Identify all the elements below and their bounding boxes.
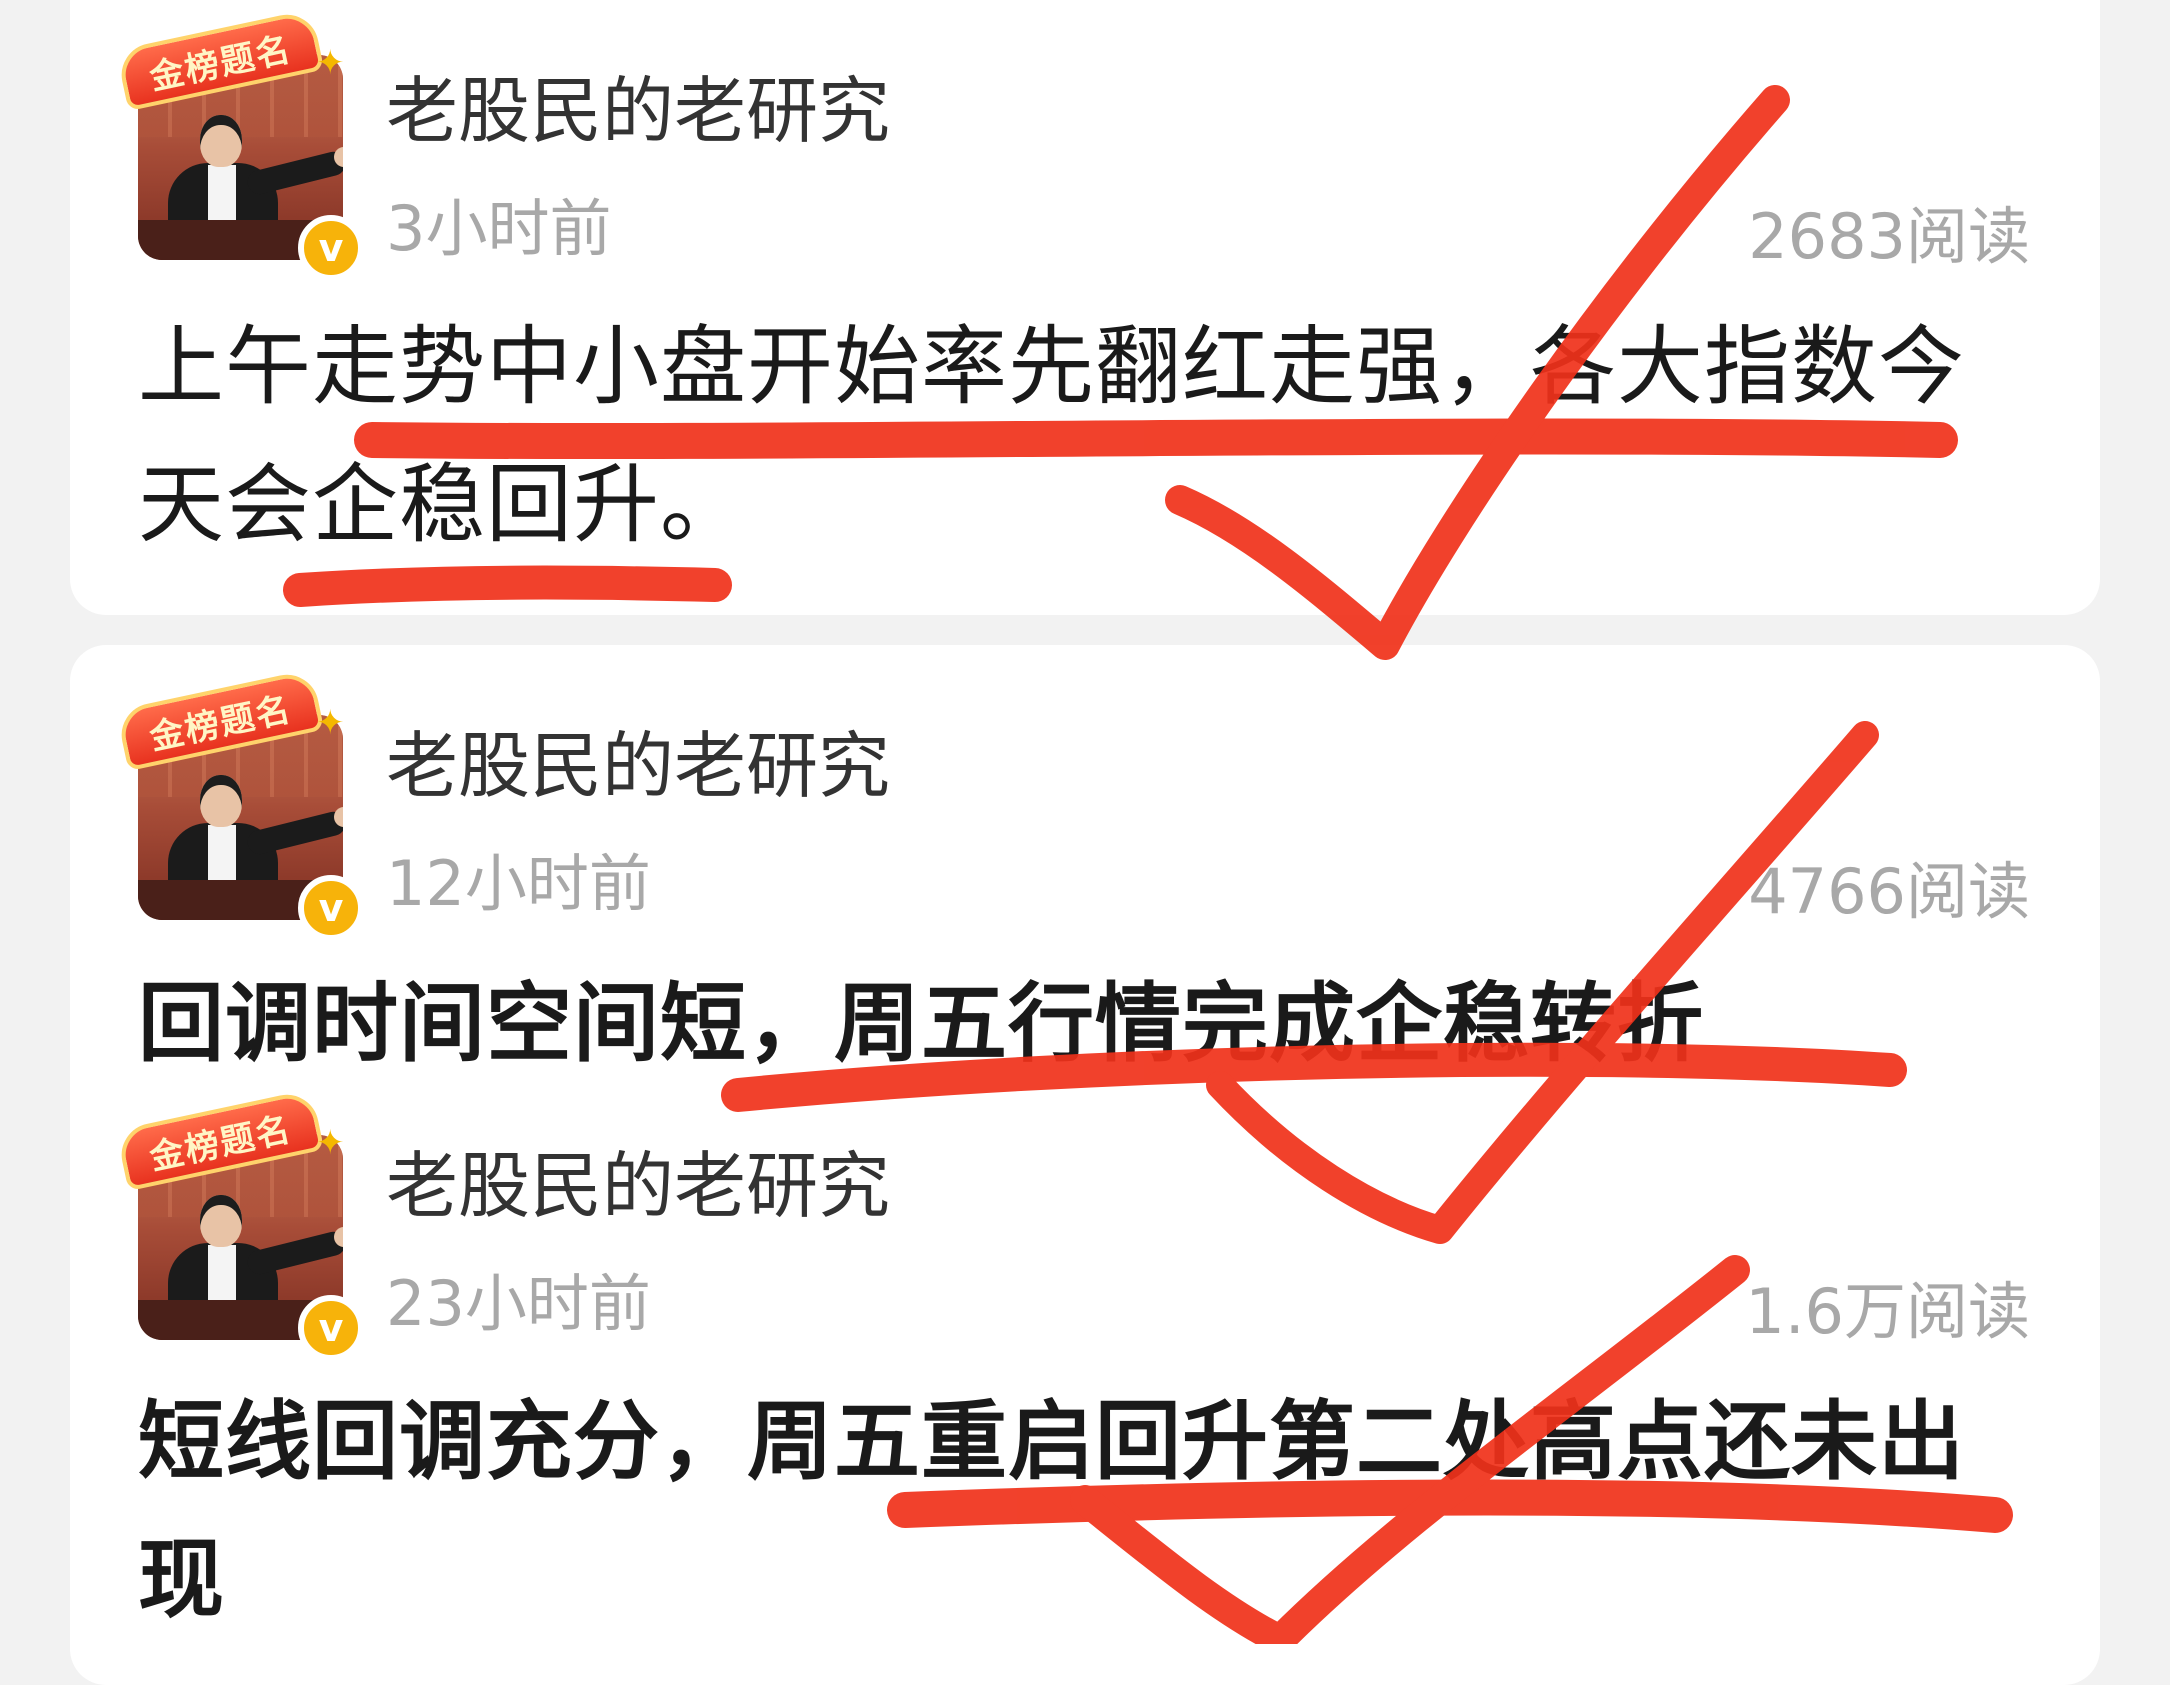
verified-icon: v <box>298 215 364 281</box>
post-content[interactable]: 上午走势中小盘开始率先翻红走强，各大指数今天会企稳回升。 <box>138 298 2018 574</box>
feed-post[interactable]: 金榜题名 ✦ v 老股民的老研究 23小时前 1.6万阅读 短线回调充分，周五重… <box>0 1075 2170 1644</box>
sparkle-icon: ✦ <box>316 1123 345 1163</box>
feed-post[interactable]: 金榜题名 ✦ v 老股民的老研究 3小时前 2683阅读 上午走势中小盘开始率先… <box>0 0 2170 640</box>
sparkle-icon: ✦ <box>316 703 345 743</box>
post-time: 12小时前 <box>386 847 651 920</box>
verified-icon: v <box>298 1295 364 1361</box>
sparkle-icon: ✦ <box>316 43 345 83</box>
post-title[interactable]: 回调时间空间短，周五行情完成企稳转折 <box>138 955 2018 1093</box>
author-avatar[interactable]: 金榜题名 ✦ v <box>115 1088 364 1361</box>
read-count: 4766阅读 <box>1748 855 2030 928</box>
verified-icon: v <box>298 875 364 941</box>
author-avatar[interactable]: 金榜题名 ✦ v <box>115 8 364 281</box>
post-time: 23小时前 <box>386 1267 651 1340</box>
author-name[interactable]: 老股民的老研究 <box>386 707 890 812</box>
post-time: 3小时前 <box>386 192 612 265</box>
post-title[interactable]: 短线回调充分，周五重启回升第二处高点还未出现 <box>138 1373 2018 1649</box>
read-count: 2683阅读 <box>1748 200 2030 273</box>
author-avatar[interactable]: 金榜题名 ✦ v <box>115 668 364 941</box>
author-name[interactable]: 老股民的老研究 <box>386 1127 890 1232</box>
author-name[interactable]: 老股民的老研究 <box>386 52 890 157</box>
feed-post[interactable]: 金榜题名 ✦ v 老股民的老研究 12小时前 4766阅读 回调时间空间短，周五… <box>0 655 2170 1085</box>
read-count: 1.6万阅读 <box>1745 1275 2030 1348</box>
